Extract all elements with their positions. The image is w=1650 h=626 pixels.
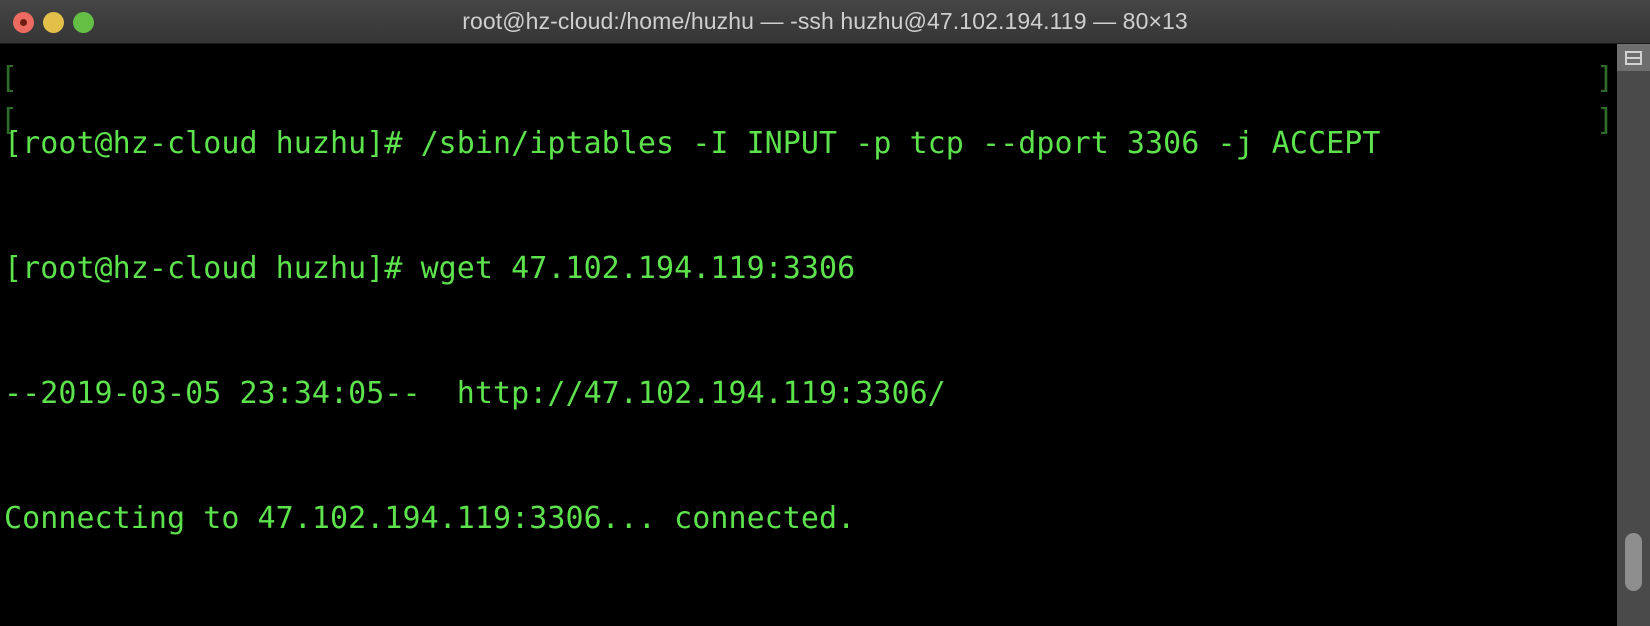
traffic-light-group (13, 0, 94, 44)
terminal-line: Connecting to 47.102.194.119:3306... con… (4, 500, 856, 536)
scrollbar-track[interactable] (1617, 71, 1650, 626)
terminal-line: --2019-03-05 23:34:05-- http://47.102.19… (4, 375, 946, 411)
maximize-button[interactable] (73, 11, 94, 33)
terminal-screen[interactable]: [ [ ] ] [root@hz-cloud huzhu]# /sbin/ipt… (0, 44, 1617, 626)
terminal-line: [root@hz-cloud huzhu]# wget 47.102.194.1… (4, 250, 856, 286)
window-title: root@hz-cloud:/home/huzhu — -ssh huzhu@4… (462, 8, 1188, 34)
terminal-output: [root@hz-cloud huzhu]# /sbin/iptables -I… (4, 44, 1617, 626)
close-button[interactable] (13, 11, 34, 33)
minimize-button[interactable] (43, 11, 64, 33)
title-bar[interactable]: root@hz-cloud:/home/huzhu — -ssh huzhu@4… (0, 0, 1650, 44)
terminal-line: HTTP request sent, awaiting response... … (4, 622, 1617, 626)
scrollbar[interactable] (1617, 44, 1650, 626)
terminal-window: root@hz-cloud:/home/huzhu — -ssh huzhu@4… (0, 0, 1650, 626)
split-pane-button[interactable] (1617, 44, 1650, 72)
scrollbar-thumb[interactable] (1625, 533, 1642, 591)
split-pane-icon (1625, 50, 1642, 65)
terminal-line: [root@hz-cloud huzhu]# /sbin/iptables -I… (4, 126, 1381, 162)
